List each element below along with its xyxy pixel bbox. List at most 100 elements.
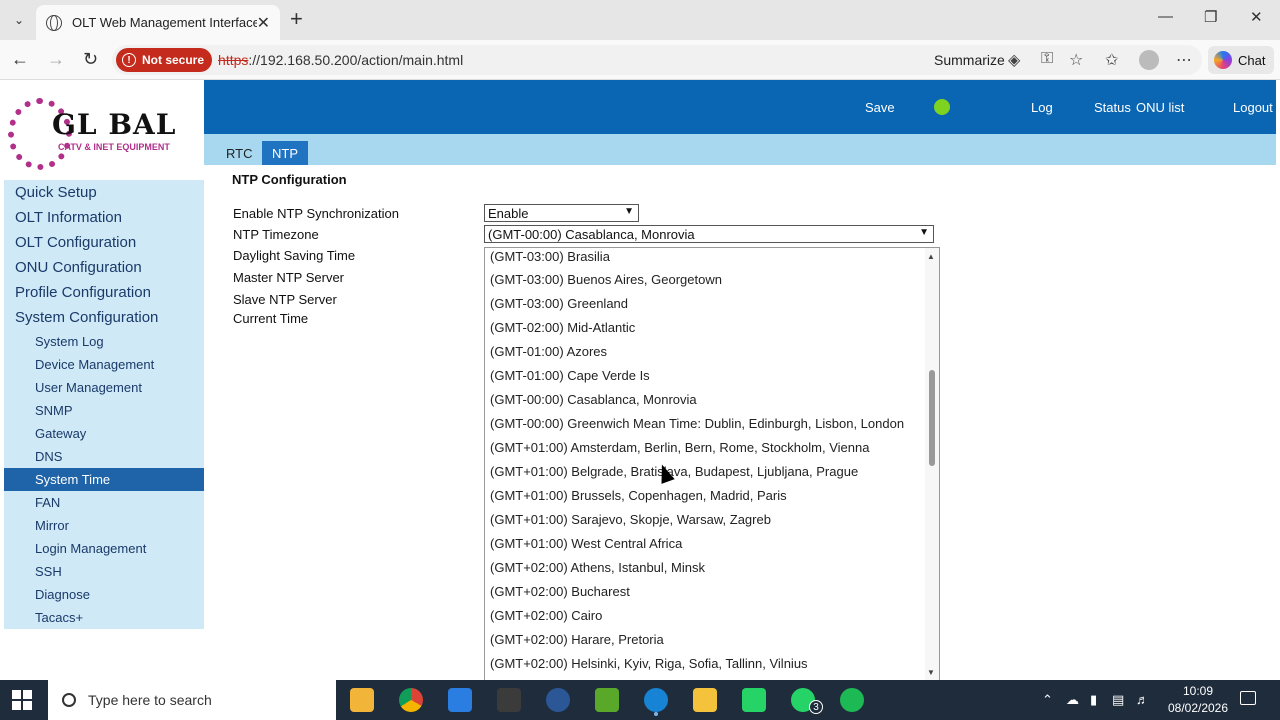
sidebar-item-olt-configuration[interactable]: OLT Configuration <box>4 230 204 255</box>
windows-start-icon[interactable] <box>12 690 32 710</box>
file-explorer-icon[interactable] <box>350 688 374 712</box>
sidebar-item-fan[interactable]: FAN <box>4 491 204 514</box>
sidebar-item-dns[interactable]: DNS <box>4 445 204 468</box>
sidebar: Quick Setup OLT Information OLT Configur… <box>4 180 204 629</box>
save-button[interactable]: Save <box>865 100 895 115</box>
new-tab-icon[interactable]: + <box>290 8 303 30</box>
chrome-icon[interactable] <box>399 688 423 712</box>
timezone-option[interactable]: (GMT+02:00) Cairo <box>490 603 602 627</box>
summarize-icon[interactable]: ◈ <box>1008 50 1020 70</box>
address-bar[interactable]: ! Not secure https://192.168.50.200/acti… <box>112 45 1202 75</box>
timezone-option[interactable]: (GMT+01:00) West Central Africa <box>490 531 682 555</box>
sidebar-item-system-log[interactable]: System Log <box>4 330 204 353</box>
search-icon <box>62 693 76 707</box>
logo-subtitle: CATV & INET EQUIPMENT <box>58 142 170 152</box>
chat-label: Chat <box>1238 52 1266 68</box>
tab-close-icon[interactable]: ✕ <box>257 13 270 33</box>
browser-tab[interactable]: OLT Web Management Interface ✕ <box>36 5 280 40</box>
microphone-icon[interactable]: ▮ <box>1090 692 1097 708</box>
scroll-up-icon[interactable]: ▲ <box>927 252 935 261</box>
timezone-option[interactable]: (GMT+02:00) Athens, Istanbul, Minsk <box>490 555 705 579</box>
profile-avatar-icon[interactable] <box>1139 50 1159 70</box>
timezone-option[interactable]: (GMT-03:00) Buenos Aires, Georgetown <box>490 267 722 291</box>
sidebar-item-diagnose[interactable]: Diagnose <box>4 583 204 606</box>
logo-title: GL BAL <box>52 108 177 141</box>
sidebar-item-device-management[interactable]: Device Management <box>4 353 204 376</box>
timezone-option[interactable]: (GMT+01:00) Brussels, Copenhagen, Madrid… <box>490 483 787 507</box>
scroll-down-icon[interactable]: ▼ <box>927 668 935 677</box>
restore-icon[interactable]: ❐ <box>1204 8 1217 26</box>
sidebar-item-login-management[interactable]: Login Management <box>4 537 204 560</box>
tab-ntp[interactable]: NTP <box>262 141 308 165</box>
sidebar-item-onu-configuration[interactable]: ONU Configuration <box>4 255 204 280</box>
minimize-icon[interactable]: — <box>1158 8 1173 25</box>
sidebar-item-quick-setup[interactable]: Quick Setup <box>4 180 204 205</box>
timezone-option[interactable]: (GMT-03:00) Greenland <box>490 291 628 315</box>
edge-icon[interactable] <box>644 688 668 712</box>
timezone-option[interactable]: (GMT-02:00) Mid-Atlantic <box>490 315 635 339</box>
spotify-icon[interactable] <box>840 688 864 712</box>
phone-app-icon[interactable] <box>546 688 570 712</box>
windows-taskbar: Type here to search ⌃ ☁ ▮ ▤ ♬ 10:09 08/0… <box>0 680 1280 720</box>
timezone-option[interactable]: (GMT-03:00) Brasilia <box>490 248 610 268</box>
forward-icon[interactable]: → <box>47 49 65 70</box>
sidebar-item-snmp[interactable]: SNMP <box>4 399 204 422</box>
key-icon[interactable]: ⚿ <box>1041 50 1053 68</box>
network-icon[interactable]: ▤ <box>1112 692 1124 708</box>
onedrive-icon[interactable]: ☁ <box>1066 692 1079 708</box>
logout-link[interactable]: Logout <box>1233 100 1273 115</box>
tab-actions-menu-icon[interactable]: ⌄ <box>6 8 32 32</box>
sidebar-item-profile-configuration[interactable]: Profile Configuration <box>4 280 204 305</box>
summarize-button[interactable]: Summarize <box>934 52 1005 68</box>
favorites-icon[interactable]: ✩ <box>1105 50 1118 70</box>
timezone-option[interactable]: (GMT+01:00) Belgrade, Bratislava, Budape… <box>490 459 858 483</box>
sidebar-item-user-management[interactable]: User Management <box>4 376 204 399</box>
tray-chevron-up-icon[interactable]: ⌃ <box>1042 692 1053 708</box>
timezone-dropdown-list[interactable]: (GMT-03:00) Brasilia (GMT-03:00) Buenos … <box>484 247 940 683</box>
sidebar-item-mirror[interactable]: Mirror <box>4 514 204 537</box>
snipping-tool-icon[interactable] <box>497 688 521 712</box>
scrollbar-thumb[interactable] <box>929 370 935 466</box>
sidebar-item-system-configuration[interactable]: System Configuration <box>4 305 204 330</box>
sidebar-item-olt-information[interactable]: OLT Information <box>4 205 204 230</box>
taskbar-clock[interactable]: 10:09 08/02/2026 <box>1163 683 1233 717</box>
copilot-chat-button[interactable]: Chat <box>1208 46 1274 74</box>
favorite-star-icon[interactable]: ☆ <box>1069 50 1083 70</box>
not-secure-badge[interactable]: ! Not secure <box>116 48 213 72</box>
notepad-icon[interactable] <box>595 688 619 712</box>
dropdown-scrollbar[interactable]: ▲ ▼ <box>925 248 939 682</box>
tab-rtc[interactable]: RTC <box>216 141 262 165</box>
chevron-down-icon: ▼ <box>919 227 929 238</box>
url-text[interactable]: https://192.168.50.200/action/main.html <box>218 52 463 68</box>
reload-icon[interactable]: ↻ <box>83 49 98 70</box>
timezone-option[interactable]: (GMT-00:00) Casablanca, Monrovia <box>490 387 697 411</box>
ntp-config-panel: NTP Configuration <box>232 172 347 187</box>
timezone-option[interactable]: (GMT+02:00) Helsinki, Kyiv, Riga, Sofia,… <box>490 651 808 675</box>
sidebar-item-ssh[interactable]: SSH <box>4 560 204 583</box>
back-icon[interactable]: ← <box>11 49 29 70</box>
onu-list-link[interactable]: ONU list <box>1136 100 1184 115</box>
email-app-icon[interactable] <box>448 688 472 712</box>
timezone-option[interactable]: (GMT-01:00) Cape Verde Is <box>490 363 650 387</box>
timezone-option[interactable]: (GMT+02:00) Bucharest <box>490 579 630 603</box>
sidebar-item-tacacs[interactable]: Tacacs+ <box>4 606 204 629</box>
timezone-option[interactable]: (GMT-00:00) Greenwich Mean Time: Dublin,… <box>490 411 904 435</box>
timezone-option[interactable]: (GMT+01:00) Sarajevo, Skopje, Warsaw, Za… <box>490 507 771 531</box>
ntp-timezone-select[interactable]: (GMT-00:00) Casablanca, Monrovia ▼ <box>484 225 934 243</box>
more-options-icon[interactable]: ⋯ <box>1176 50 1192 70</box>
enable-ntp-select[interactable]: Enable ▼ <box>484 204 639 222</box>
volume-icon[interactable]: ♬ <box>1136 692 1149 707</box>
url-scheme: https <box>218 52 249 68</box>
game-app-icon[interactable] <box>742 688 766 712</box>
sidebar-item-gateway[interactable]: Gateway <box>4 422 204 445</box>
timezone-option[interactable]: (GMT+02:00) Harare, Pretoria <box>490 627 664 651</box>
log-link[interactable]: Log <box>1031 100 1053 115</box>
status-link[interactable]: Status <box>1094 100 1131 115</box>
timezone-option[interactable]: (GMT-01:00) Azores <box>490 339 607 363</box>
folder-icon[interactable] <box>693 688 717 712</box>
sidebar-item-system-time[interactable]: System Time <box>4 468 204 491</box>
taskbar-search-input[interactable]: Type here to search <box>48 680 336 720</box>
notification-center-icon[interactable] <box>1240 691 1256 705</box>
timezone-option[interactable]: (GMT+01:00) Amsterdam, Berlin, Bern, Rom… <box>490 435 869 459</box>
window-close-icon[interactable]: ✕ <box>1250 8 1263 26</box>
